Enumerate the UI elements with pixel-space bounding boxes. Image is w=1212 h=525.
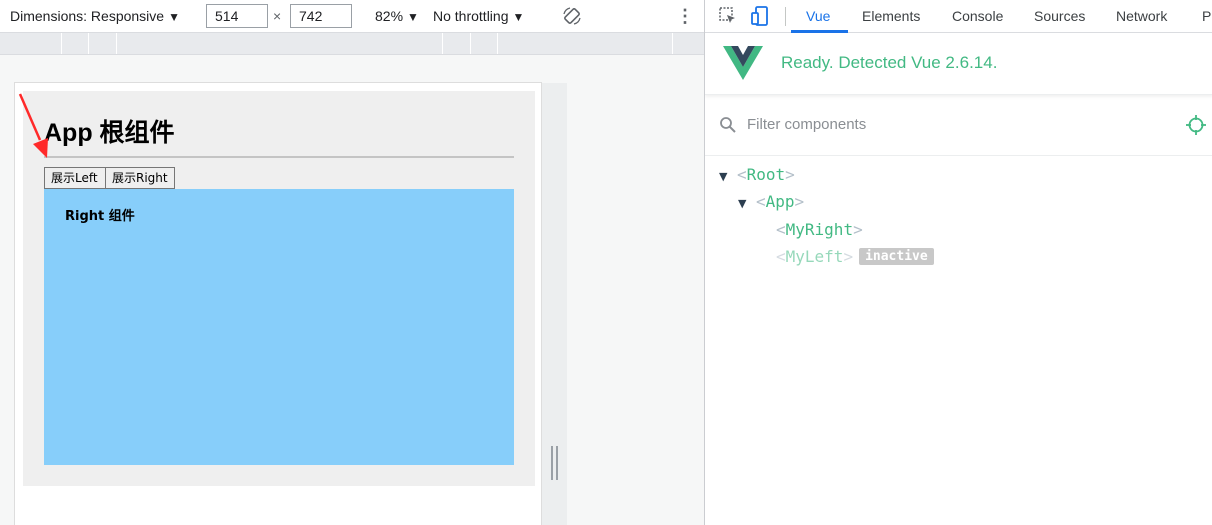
- filter-bar: [705, 103, 1212, 156]
- filter-components-input[interactable]: [747, 111, 1167, 137]
- tree-node-myright[interactable]: <MyRight>: [776, 218, 863, 242]
- right-component-title: Right 组件: [65, 209, 135, 224]
- tab-console[interactable]: Console: [952, 0, 1003, 33]
- inactive-badge: inactive: [859, 248, 934, 265]
- component-name: App: [765, 192, 795, 211]
- media-query-bar[interactable]: [0, 33, 704, 55]
- search-icon: [720, 117, 736, 133]
- vue-status-text: Ready. Detected Vue 2.6.14.: [781, 53, 998, 72]
- devtools-tab-bar: Vue Elements Console Sources Network Pe: [705, 0, 1212, 33]
- vue-logo-icon: [723, 46, 763, 80]
- separator: [785, 7, 786, 26]
- vue-devtools-header: Ready. Detected Vue 2.6.14.: [705, 33, 1212, 95]
- zoom-dropdown[interactable]: 82% ▼: [375, 0, 419, 33]
- device-emulation-pane: Dimensions: Responsive ▼ 514 × 742 82% ▼ N…: [0, 0, 704, 525]
- show-right-button[interactable]: 展示Right: [105, 167, 175, 189]
- tree-node-myleft[interactable]: <MyLeft> inactive: [776, 245, 934, 269]
- zoom-label: 82%: [375, 8, 404, 24]
- throttling-dropdown[interactable]: No throttling ▼: [433, 0, 524, 33]
- component-name: MyLeft: [785, 247, 844, 266]
- inspect-element-icon[interactable]: [717, 5, 739, 27]
- caret-down-icon: ▼: [512, 10, 525, 24]
- height-input[interactable]: 742: [290, 4, 352, 28]
- devtools-panel: Vue Elements Console Sources Network Pe …: [704, 0, 1212, 525]
- app-title: App 根组件: [44, 119, 175, 147]
- dimensions-label: Dimensions: Responsive: [10, 8, 165, 24]
- dimensions-dropdown[interactable]: Dimensions: Responsive ▼: [10, 0, 180, 33]
- right-component: Right 组件: [44, 189, 514, 465]
- expand-arrow-icon[interactable]: ▼: [719, 165, 737, 189]
- tab-vue[interactable]: Vue: [806, 0, 830, 33]
- rotate-icon[interactable]: [562, 6, 582, 26]
- caret-down-icon: ▼: [168, 10, 180, 24]
- caret-down-icon: ▼: [407, 10, 419, 24]
- throttling-label: No throttling: [433, 8, 509, 24]
- tab-network[interactable]: Network: [1116, 0, 1167, 33]
- component-name: Root: [746, 165, 786, 184]
- component-name: MyRight: [785, 220, 854, 239]
- device-toggle-icon[interactable]: [749, 5, 771, 27]
- show-left-button[interactable]: 展示Left: [44, 167, 106, 189]
- tree-node-app[interactable]: ▼ <App>: [738, 190, 804, 214]
- tab-performance[interactable]: Pe: [1202, 0, 1212, 33]
- width-input[interactable]: 514: [206, 4, 268, 28]
- expand-arrow-icon[interactable]: ▼: [738, 192, 756, 216]
- select-component-target-icon[interactable]: [1186, 115, 1206, 135]
- app-root-container: App 根组件 展示Left 展示Right Right 组件: [23, 91, 535, 486]
- emulated-page: App 根组件 展示Left 展示Right Right 组件: [14, 82, 542, 525]
- tab-sources[interactable]: Sources: [1034, 0, 1085, 33]
- device-toolbar: Dimensions: Responsive ▼ 514 × 742 82% ▼ N…: [0, 0, 704, 33]
- tab-elements[interactable]: Elements: [862, 0, 920, 33]
- times-sign: ×: [273, 8, 282, 24]
- tree-node-root[interactable]: ▼ <Root>: [719, 163, 795, 187]
- divider: [44, 156, 514, 158]
- resize-handle[interactable]: [551, 446, 559, 480]
- more-options-icon[interactable]: ⋮: [676, 0, 694, 33]
